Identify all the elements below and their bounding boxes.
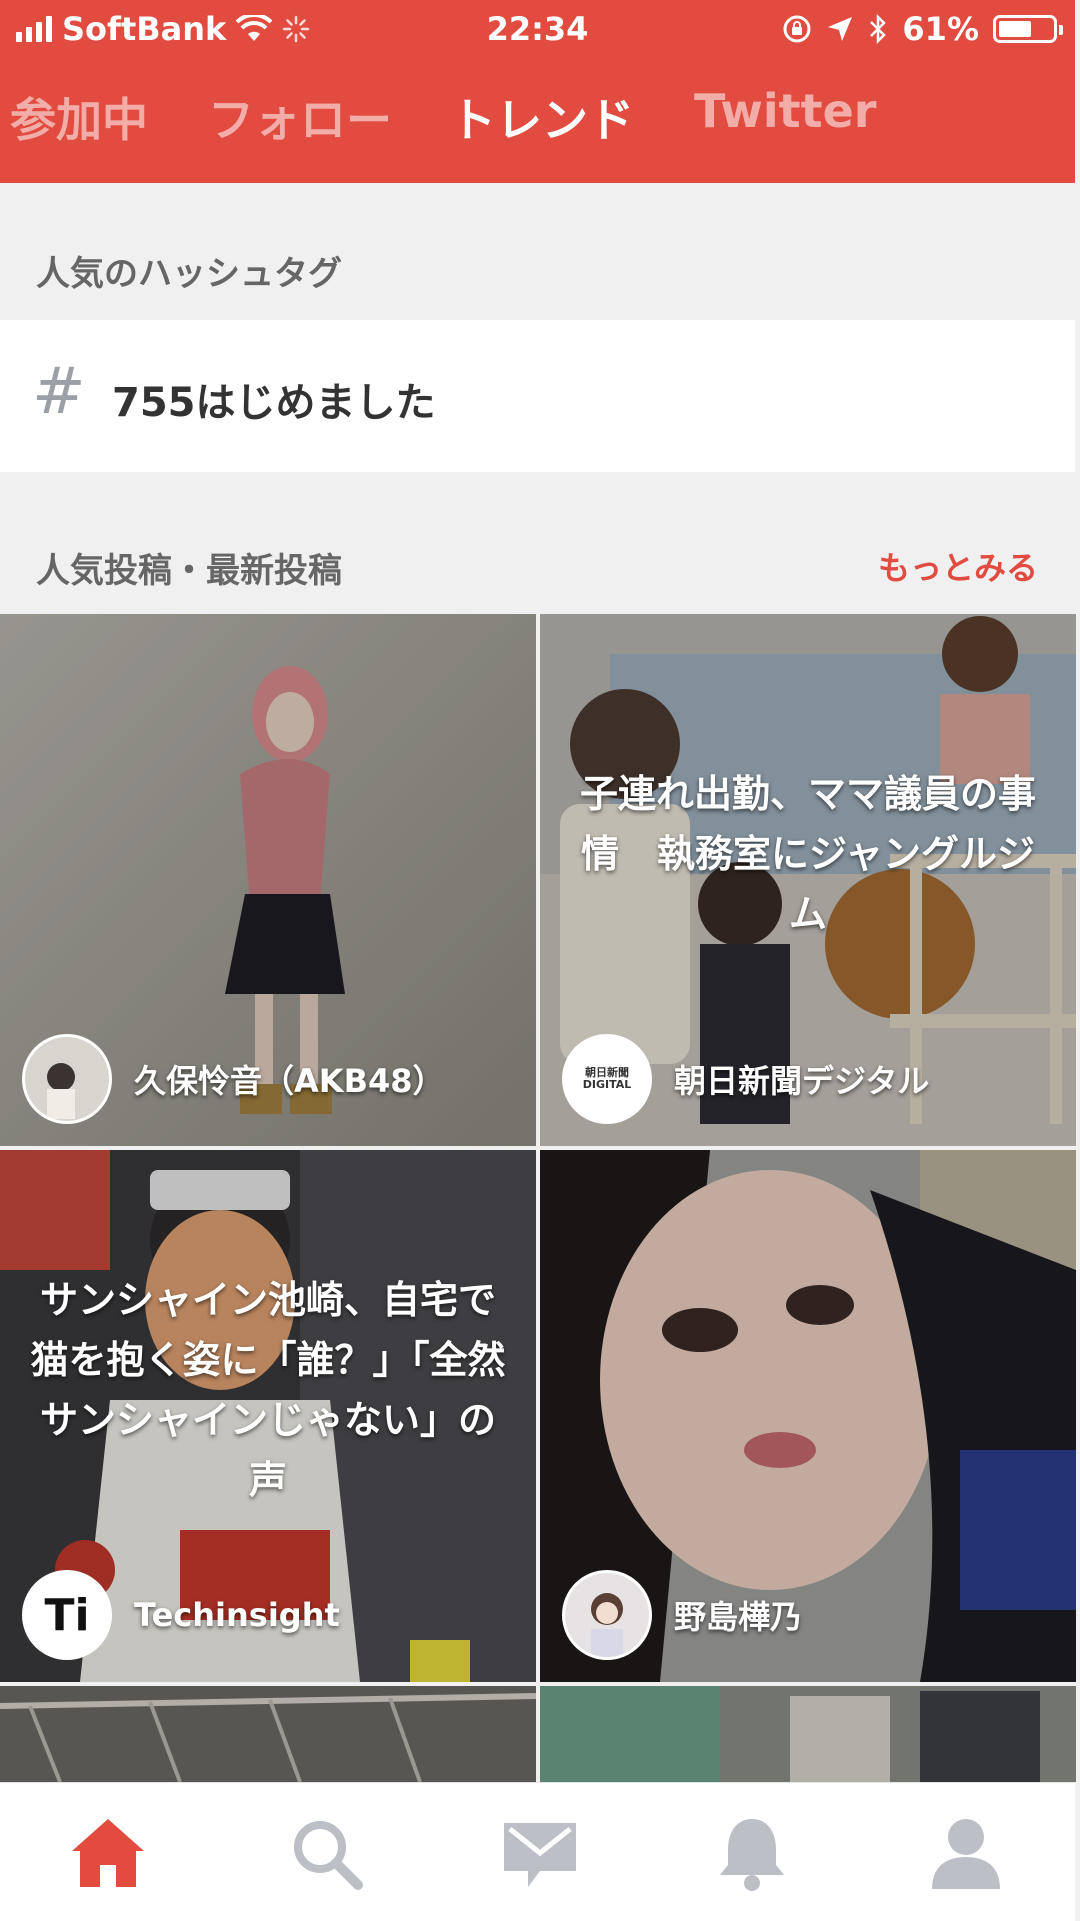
- tab-bar: 参加中 フォロー トレンド Twitter: [0, 84, 1075, 154]
- hashtag-label: 755はじめました: [112, 380, 436, 426]
- avatar: Ti: [22, 1570, 112, 1660]
- bottom-nav: [0, 1782, 1075, 1921]
- asahi-logo: 朝日新聞 DIGITAL: [582, 1066, 632, 1091]
- post-card[interactable]: 子連れ出勤、ママ議員の事情 執務室にジャングルジム 朝日新聞 DIGITAL 朝…: [540, 614, 1076, 1146]
- post-card[interactable]: 久保怜音（AKB48）: [0, 614, 536, 1146]
- battery-icon: [993, 15, 1063, 43]
- post-headline: 子連れ出勤、ママ議員の事情 執務室にジャングルジム: [579, 772, 1036, 936]
- tab-following[interactable]: フォロー: [208, 84, 392, 150]
- avatar: [562, 1570, 652, 1660]
- tab-trend[interactable]: トレンド: [450, 84, 634, 150]
- nav-messages[interactable]: [500, 1813, 580, 1893]
- post-card[interactable]: サンシャイン池崎、自宅で猫を抱く姿に「誰？」「全然サンシャインじゃない」の声 T…: [0, 1150, 536, 1682]
- avatar: 朝日新聞 DIGITAL: [562, 1034, 652, 1124]
- hashtags-heading: 人気のハッシュタグ: [36, 254, 342, 294]
- nav-home[interactable]: [68, 1813, 148, 1893]
- author-name: 朝日新聞デジタル: [674, 1062, 930, 1100]
- search-icon: [294, 1821, 363, 1890]
- nav-search[interactable]: [286, 1813, 366, 1893]
- post-headline: サンシャイン池崎、自宅で猫を抱く姿に「誰？」「全然サンシャインじゃない」の声: [30, 1278, 506, 1502]
- bluetooth-icon: [870, 13, 887, 45]
- battery-percent: 61%: [902, 10, 979, 48]
- post-card[interactable]: 野島樺乃: [540, 1150, 1076, 1682]
- app-header: SoftBank 22:34 61% 参加中 フォロー トレンド Twitter: [0, 0, 1075, 183]
- bell-icon: [720, 1819, 784, 1891]
- author-name: Techinsight: [134, 1596, 340, 1634]
- author-name: 野島樺乃: [674, 1598, 803, 1636]
- location-icon: [828, 17, 853, 41]
- avatar: [22, 1034, 112, 1124]
- posts-heading: 人気投稿・最新投稿: [36, 551, 342, 591]
- tab-twitter[interactable]: Twitter: [694, 84, 876, 138]
- orientation-lock-icon: [783, 15, 811, 43]
- tab-joined[interactable]: 参加中: [10, 84, 148, 150]
- mail-icon: [504, 1823, 576, 1887]
- author-name: 久保怜音（AKB48）: [134, 1062, 445, 1100]
- post-card[interactable]: [0, 1686, 536, 1782]
- hashtag-icon: #: [32, 355, 86, 429]
- profile-icon: [932, 1819, 1000, 1889]
- status-bar: SoftBank 22:34 61%: [0, 0, 1075, 60]
- hashtag-item[interactable]: # 755はじめました: [0, 320, 1075, 472]
- more-link[interactable]: もっとみる: [878, 543, 1038, 589]
- home-icon: [72, 1819, 144, 1887]
- nav-notifications[interactable]: [712, 1813, 792, 1893]
- nav-profile[interactable]: [926, 1813, 1006, 1893]
- post-card[interactable]: [540, 1686, 1076, 1782]
- techinsight-logo: Ti: [44, 1589, 90, 1641]
